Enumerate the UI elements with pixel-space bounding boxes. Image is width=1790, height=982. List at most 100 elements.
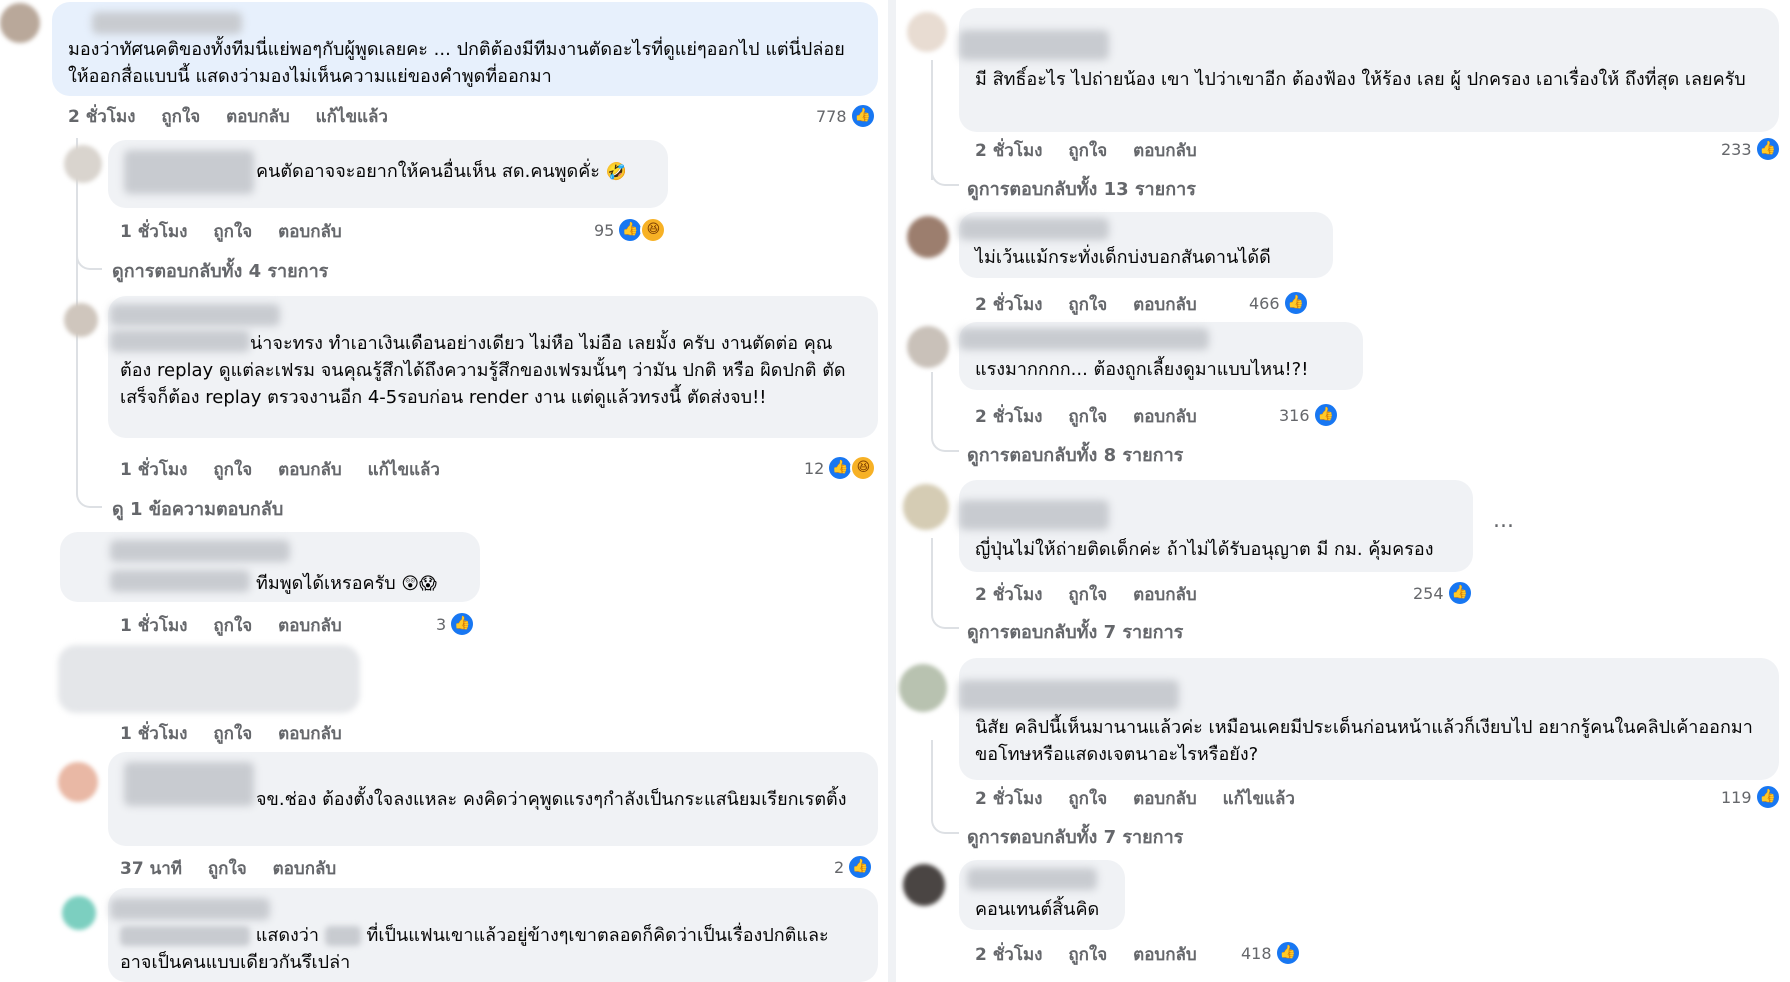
author-name-redacted[interactable]	[110, 304, 280, 326]
reply-button[interactable]: ตอบกลับ	[1133, 945, 1197, 965]
author-name-redacted[interactable]	[959, 500, 1109, 530]
thread-connector	[931, 424, 959, 452]
comment-text: ไม่เว้นแม้กระทั่งเด็กบ่งบอกสันดานได้ดี	[975, 247, 1271, 268]
like-button[interactable]: ถูกใจ	[1068, 295, 1107, 315]
haha-reaction-icon: 😆	[640, 217, 667, 243]
edited-label[interactable]: แก้ไขแล้ว	[316, 107, 388, 127]
reply-button[interactable]: ตอบกลับ	[278, 724, 342, 744]
comment-time[interactable]: 2 ชั่วโมง	[975, 945, 1042, 965]
comment-text: มองว่าทัศนคติของทั้งทีมนี่แย่พอๆกับผู้พู…	[68, 39, 845, 87]
comment-bubble: มี สิทธิ์อะไร ไปถ่ายน้อง เขา ไปว่าเขาอีก…	[959, 8, 1779, 132]
like-button[interactable]: ถูกใจ	[213, 724, 252, 744]
avatar[interactable]	[903, 864, 945, 906]
like-button[interactable]: ถูกใจ	[1068, 407, 1107, 427]
avatar[interactable]	[899, 664, 947, 712]
reply-button[interactable]: ตอบกลับ	[273, 859, 337, 879]
reaction-count[interactable]: 418 👍	[1241, 940, 1301, 966]
reaction-count[interactable]: 2 👍	[834, 854, 874, 880]
comment-time[interactable]: 2 ชั่วโมง	[68, 107, 135, 127]
avatar[interactable]	[64, 145, 102, 183]
author-name-redacted[interactable]	[110, 570, 250, 592]
edited-label[interactable]: แก้ไขแล้ว	[1223, 789, 1295, 809]
view-replies-link[interactable]: ดู 1 ข้อความตอบกลับ	[112, 494, 283, 523]
comment-text: จข.ช่อง ต้องตั้งใจลงแหละ คงคิดว่าคุพูดแร…	[256, 789, 847, 810]
like-button[interactable]: ถูกใจ	[213, 460, 252, 480]
avatar[interactable]	[58, 762, 98, 802]
comment-time[interactable]: 2 ชั่วโมง	[975, 789, 1042, 809]
avatar[interactable]	[64, 303, 98, 337]
author-name-redacted[interactable]	[110, 540, 290, 562]
comment-text: คอนเทนต์สิ้นคิด	[975, 899, 1100, 920]
like-button[interactable]: ถูกใจ	[1068, 945, 1107, 965]
like-button[interactable]: ถูกใจ	[213, 222, 252, 242]
like-button[interactable]: ถูกใจ	[1068, 141, 1107, 161]
avatar[interactable]	[907, 326, 949, 368]
reply-button[interactable]: ตอบกลับ	[278, 616, 342, 636]
author-name-redacted[interactable]	[967, 868, 1097, 890]
like-button[interactable]: ถูกใจ	[208, 859, 247, 879]
reaction-count[interactable]: 233 👍	[1721, 136, 1781, 162]
comment-bubble: มองว่าทัศนคติของทั้งทีมนี่แย่พอๆกับผู้พู…	[52, 2, 878, 96]
author-name-redacted[interactable]	[959, 328, 1209, 350]
author-name-redacted[interactable]	[959, 30, 1109, 60]
reply-button[interactable]: ตอบกลับ	[226, 107, 290, 127]
edited-label[interactable]: แก้ไขแล้ว	[368, 460, 440, 480]
comment-bubble: ไม่เว้นแม้กระทั่งเด็กบ่งบอกสันดานได้ดี	[959, 212, 1333, 278]
reaction-count[interactable]: 254 👍	[1413, 580, 1473, 606]
reaction-number: 95	[594, 220, 615, 240]
reply-button[interactable]: ตอบกลับ	[1133, 141, 1197, 161]
comment-time[interactable]: 1 ชั่วโมง	[120, 460, 187, 480]
thumbs-up-icon: 👍	[1754, 784, 1781, 810]
like-button[interactable]: ถูกใจ	[213, 616, 252, 636]
reaction-count[interactable]: 119 👍	[1721, 784, 1781, 810]
author-name-redacted[interactable]	[110, 898, 270, 920]
view-replies-link[interactable]: ดูการตอบกลับทั้ง 13 รายการ	[967, 174, 1196, 203]
avatar[interactable]	[0, 3, 40, 43]
author-name-redacted[interactable]	[124, 150, 254, 194]
left-comment-column: มองว่าทัศนคติของทั้งทีมนี่แย่พอๆกับผู้พู…	[0, 0, 890, 982]
comment-time[interactable]: 1 ชั่วโมง	[120, 724, 187, 744]
avatar[interactable]	[907, 216, 949, 258]
reply-button[interactable]: ตอบกลับ	[1133, 295, 1197, 315]
view-replies-link[interactable]: ดูการตอบกลับทั้ง 7 รายการ	[967, 822, 1183, 851]
reaction-count[interactable]: 778 👍	[816, 103, 876, 129]
thumbs-up-icon: 👍	[1312, 402, 1339, 428]
like-button[interactable]: ถูกใจ	[1068, 789, 1107, 809]
like-button[interactable]: ถูกใจ	[1068, 585, 1107, 605]
thumbs-up-icon: 👍	[1282, 290, 1309, 316]
author-name-redacted[interactable]	[959, 218, 1109, 240]
reply-button[interactable]: ตอบกลับ	[1133, 585, 1197, 605]
comment-time[interactable]: 2 ชั่วโมง	[975, 585, 1042, 605]
comment-time[interactable]: 2 ชั่วโมง	[975, 295, 1042, 315]
author-name-redacted[interactable]	[92, 12, 242, 34]
comment-text-part: แสดงว่า	[255, 925, 320, 946]
view-replies-link[interactable]: ดูการตอบกลับทั้ง 4 รายการ	[112, 256, 328, 285]
author-name-redacted[interactable]	[959, 680, 1179, 710]
reaction-count[interactable]: 95 👍 😆	[594, 217, 667, 243]
comment-time[interactable]: 2 ชั่วโมง	[975, 407, 1042, 427]
comment-text: คนตัดอาจจะอยากให้คนอื่นเห็น สด.คนพูดคั่ะ…	[256, 158, 656, 186]
reply-button[interactable]: ตอบกลับ	[278, 222, 342, 242]
avatar[interactable]	[903, 484, 949, 530]
reaction-count[interactable]: 3 👍	[436, 611, 476, 637]
avatar[interactable]	[62, 896, 96, 930]
reply-button[interactable]: ตอบกลับ	[1133, 789, 1197, 809]
view-replies-link[interactable]: ดูการตอบกลับทั้ง 7 รายการ	[967, 617, 1183, 646]
reply-button[interactable]: ตอบกลับ	[278, 460, 342, 480]
view-replies-link[interactable]: ดูการตอบกลับทั้ง 8 รายการ	[967, 440, 1183, 469]
comment-time[interactable]: 37 นาที	[120, 859, 182, 879]
reaction-count[interactable]: 316 👍	[1279, 402, 1339, 428]
reaction-count[interactable]: 466 👍	[1249, 290, 1309, 316]
avatar[interactable]	[907, 12, 947, 52]
reaction-count[interactable]: 12 👍 😆	[804, 455, 877, 481]
comment-time[interactable]: 1 ชั่วโมง	[120, 222, 187, 242]
reply-button[interactable]: ตอบกลับ	[1133, 407, 1197, 427]
more-options-icon[interactable]: ...	[1493, 508, 1514, 533]
surprised-emoji-icon: 😲😱	[401, 574, 437, 594]
thumbs-up-icon: 👍	[847, 854, 874, 880]
comment-time[interactable]: 1 ชั่วโมง	[120, 616, 187, 636]
comment-time[interactable]: 2 ชั่วโมง	[975, 141, 1042, 161]
comment-bubble: จข.ช่อง ต้องตั้งใจลงแหละ คงคิดว่าคุพูดแร…	[108, 752, 878, 846]
like-button[interactable]: ถูกใจ	[161, 107, 200, 127]
thumbs-up-icon: 👍	[849, 103, 876, 129]
